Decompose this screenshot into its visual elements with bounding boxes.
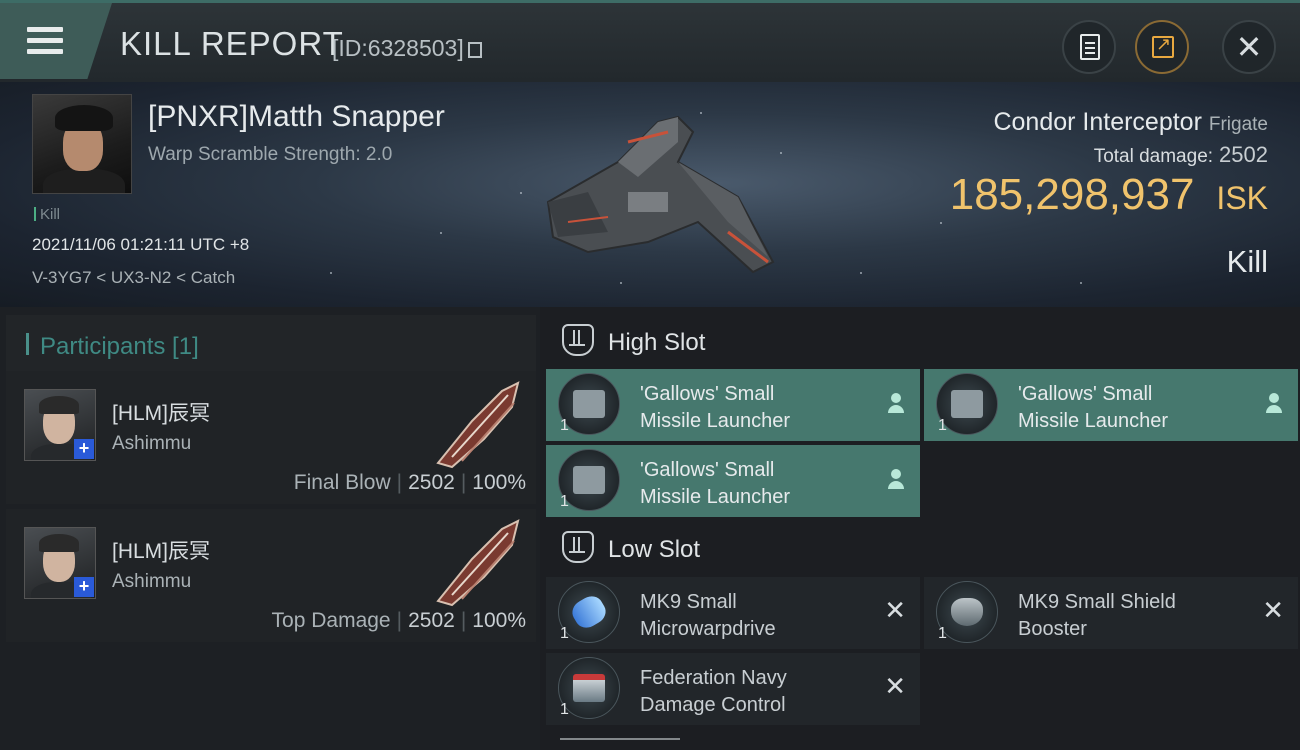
destroyed-icon: ✕ xyxy=(1262,595,1284,625)
total-damage-value: 2502 xyxy=(1219,142,1268,167)
victim-portrait[interactable] xyxy=(32,94,132,194)
participant-ship: Ashimmu xyxy=(112,571,192,592)
report-id-text: [ID:6328503] xyxy=(332,35,464,61)
module-item[interactable]: 1 MK9 Small Shield Booster ✕ xyxy=(924,577,1298,649)
module-name-line1: 'Gallows' Small xyxy=(640,383,775,405)
victim-ship-name[interactable]: Condor Interceptor Frigate xyxy=(993,108,1268,137)
victim-pilot-name[interactable]: [PNXR]Matth Snapper xyxy=(148,100,445,134)
module-item[interactable]: 1 MK9 Small Microwarpdrive ✕ xyxy=(546,577,920,649)
person-icon xyxy=(888,469,904,491)
participant-role: Top Damage xyxy=(271,609,391,632)
module-name: MK9 Small Microwarpdrive xyxy=(640,589,870,643)
module-quantity: 1 xyxy=(560,417,569,434)
participant-damage: 2502 xyxy=(408,609,455,632)
module-item[interactable]: 1 Federation Navy Damage Control ✕ xyxy=(546,653,920,725)
participant-stats: Final Blow | 2502 | 100% xyxy=(293,471,526,494)
module-name: Federation Navy Damage Control xyxy=(640,665,870,719)
kill-location[interactable]: V-3YG7 < UX3-N2 < Catch xyxy=(32,268,235,288)
low-slot-label: Low Slot xyxy=(608,536,701,563)
add-contact-icon[interactable]: + xyxy=(74,577,94,597)
module-name-line2: Missile Launcher xyxy=(640,486,791,508)
clipboard-icon xyxy=(1080,34,1100,60)
module-quantity: 1 xyxy=(938,625,947,642)
kill-datetime: 2021/11/06 01:21:11 UTC +8 xyxy=(32,235,250,254)
participant-name: [HLM]辰冥 xyxy=(112,540,211,563)
participant-stats: Top Damage | 2502 | 100% xyxy=(271,609,526,632)
module-name-line2: Missile Launcher xyxy=(1018,410,1169,432)
person-icon xyxy=(888,393,904,415)
participants-panel: Participants [1] + [HLM]辰冥 Ashimmu Final… xyxy=(0,307,540,750)
module-quantity: 1 xyxy=(560,701,569,718)
mid-slot-heading-peek xyxy=(560,738,680,750)
close-button[interactable]: ✕ xyxy=(1222,20,1276,74)
ship-class: Frigate xyxy=(1208,114,1268,135)
isk-unit: ISK xyxy=(1216,180,1268,216)
participant-role: Final Blow xyxy=(293,471,391,494)
participant-damage: 2502 xyxy=(408,471,455,494)
module-name: 'Gallows' Small Missile Launcher xyxy=(640,381,870,435)
module-name-line2: Damage Control xyxy=(640,694,786,716)
kill-tag-label: Kill xyxy=(40,206,61,223)
close-icon: ✕ xyxy=(1235,29,1263,65)
isk-amount: 185,298,937 xyxy=(949,170,1195,219)
victim-banner: [PNXR]Matth Snapper Warp Scramble Streng… xyxy=(0,82,1300,307)
destroyed-icon: ✕ xyxy=(884,671,906,701)
total-damage: Total damage: 2502 xyxy=(1094,142,1268,168)
participant-avatar[interactable]: + xyxy=(24,389,96,461)
module-quantity: 1 xyxy=(938,417,947,434)
menu-icon xyxy=(27,27,63,60)
module-name-line1: MK9 Small xyxy=(640,591,737,613)
report-result: Kill xyxy=(1226,244,1268,279)
menu-button[interactable] xyxy=(0,3,112,79)
participants-heading: Participants [1] xyxy=(40,333,199,360)
kill-report-screen: KILL REPORT [ID:6328503] ✕ [PNXR]Matth S… xyxy=(0,0,1300,750)
total-damage-label: Total damage: xyxy=(1093,146,1214,167)
participant-ship: Ashimmu xyxy=(112,433,192,454)
warp-scramble-strength: Warp Scramble Strength: 2.0 xyxy=(148,144,393,165)
module-quantity: 1 xyxy=(560,493,569,510)
destroyed-icon: ✕ xyxy=(884,595,906,625)
participant-ship-image xyxy=(436,519,520,607)
participant-ship-image xyxy=(436,381,520,469)
module-name-line1: 'Gallows' Small xyxy=(1018,383,1153,405)
high-slot-label: High Slot xyxy=(608,329,706,356)
module-item[interactable]: 1 'Gallows' Small Missile Launcher xyxy=(546,445,920,517)
module-name-line2: Microwarpdrive xyxy=(640,618,776,640)
ship-name-text: Condor Interceptor xyxy=(993,108,1202,136)
clipboard-button[interactable] xyxy=(1062,20,1116,74)
copy-icon[interactable] xyxy=(467,42,482,58)
page-title: KILL REPORT xyxy=(120,25,344,62)
kill-tag: Kill xyxy=(34,206,60,223)
low-slot-icon xyxy=(562,531,594,563)
module-item[interactable]: 1 'Gallows' Small Missile Launcher xyxy=(546,369,920,441)
low-slot-heading: Low Slot xyxy=(562,531,700,564)
person-icon xyxy=(1266,393,1282,415)
module-quantity: 1 xyxy=(560,625,569,642)
add-contact-icon[interactable]: + xyxy=(74,439,94,459)
module-name-line1: MK9 Small Shield xyxy=(1018,591,1176,613)
high-slot-heading: High Slot xyxy=(562,324,705,357)
header-bar: KILL REPORT [ID:6328503] ✕ xyxy=(0,0,1300,82)
isk-value: 185,298,937 ISK xyxy=(950,170,1268,220)
participant-row[interactable]: + [HLM]辰冥 Ashimmu Top Damage | 2502 | 100% xyxy=(6,509,536,642)
module-item[interactable]: 1 'Gallows' Small Missile Launcher xyxy=(924,369,1298,441)
participant-name: [HLM]辰冥 xyxy=(112,402,211,425)
participant-percent: 100% xyxy=(472,609,526,632)
share-icon xyxy=(1152,34,1174,58)
module-name: 'Gallows' Small Missile Launcher xyxy=(1018,381,1248,435)
victim-ship-image[interactable] xyxy=(528,102,778,282)
participant-avatar[interactable]: + xyxy=(24,527,96,599)
participant-row[interactable]: + [HLM]辰冥 Ashimmu Final Blow | 2502 | 100% xyxy=(6,371,536,504)
share-button[interactable] xyxy=(1135,20,1189,74)
module-name: 'Gallows' Small Missile Launcher xyxy=(640,457,870,511)
module-name-line2: Booster xyxy=(1018,618,1087,640)
high-slot-icon xyxy=(562,324,594,356)
report-id: [ID:6328503] xyxy=(332,35,482,62)
module-name-line2: Missile Launcher xyxy=(640,410,791,432)
module-name-line1: Federation Navy xyxy=(640,667,787,689)
module-name-line1: 'Gallows' Small xyxy=(640,459,775,481)
participant-percent: 100% xyxy=(472,471,526,494)
module-name: MK9 Small Shield Booster xyxy=(1018,589,1248,643)
participants-header: Participants [1] xyxy=(6,315,536,371)
